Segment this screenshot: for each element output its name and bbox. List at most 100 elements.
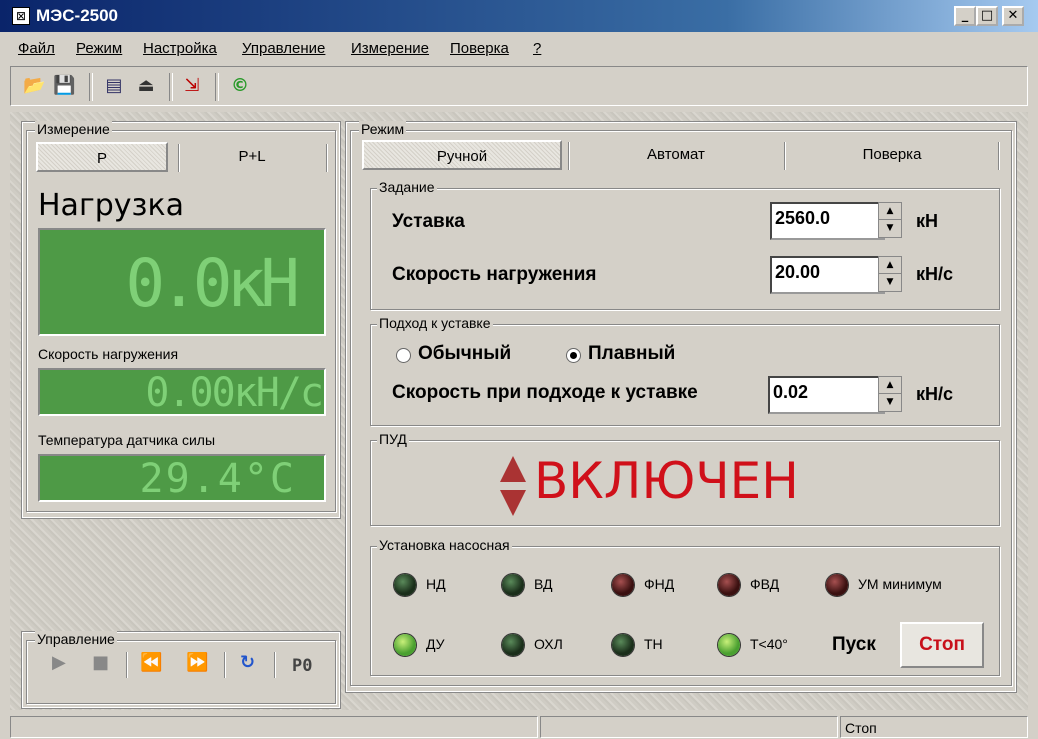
load-label: Нагрузка [38,188,184,223]
reset-counter-icon[interactable]: ⇲ [181,75,203,97]
spin-down-icon[interactable]: ▼ [879,220,901,236]
led-ohl [502,634,524,656]
open-folder-icon[interactable]: 📂 [23,75,45,97]
led-du [394,634,416,656]
menu-control[interactable]: Управление [242,40,325,57]
toolbar-separator [215,73,219,101]
led-t40-label: Т<40° [750,636,788,652]
tab-separator [326,144,327,172]
rewind-icon[interactable]: ⏪ [140,652,162,673]
stop-icon[interactable]: ■ [92,652,109,673]
setpoint-spinner[interactable]: ▲ ▼ [878,202,902,238]
spin-up-icon[interactable]: ▲ [879,203,901,220]
rate-display: 0.00кН/с [38,368,326,416]
pud-state: ВКЛЮЧЕН [534,452,799,510]
start-button[interactable]: Пуск [832,634,876,656]
menu-verification[interactable]: Поверка [450,40,509,57]
menu-file[interactable]: Файл [18,40,55,57]
tab-separator [998,142,999,170]
led-fvd [718,574,740,596]
spin-up-icon[interactable]: ▲ [879,377,901,394]
setpoint-label: Уставка [392,211,465,232]
control-separator [224,652,225,678]
led-fnd-label: ФНД [644,576,675,592]
maximize-button[interactable]: □ [976,6,998,26]
report-icon[interactable]: ▤ [103,75,125,97]
tab-p-l[interactable]: P+L [186,142,318,172]
tab-manual[interactable]: Ручной [362,140,562,170]
rate-label: Скорость нагружения [38,346,179,362]
status-cell-2 [540,716,838,738]
radio-smooth-label[interactable]: Плавный [588,343,675,365]
led-du-label: ДУ [426,636,445,652]
control-group: Управление [26,631,336,704]
tab-separator [178,144,179,172]
save-icon[interactable]: 💾 [53,75,75,97]
tab-p[interactable]: P [36,142,168,172]
menu-help[interactable]: ? [533,40,541,57]
control-separator [126,652,127,678]
led-nd [394,574,416,596]
load-rate-unit: кН/с [916,264,954,284]
stop-button[interactable]: Стоп [900,622,984,668]
control-separator [274,652,275,678]
led-um-min-label: УМ минимум [858,576,942,592]
spin-down-icon[interactable]: ▼ [879,274,901,290]
approach-speed-input[interactable]: 0.02 [768,376,885,414]
setpoint-input[interactable]: 2560.0 [770,202,885,240]
load-display: 0.0кН [38,228,326,336]
tab-auto[interactable]: Автомат [576,140,776,170]
led-tn-label: ТН [644,636,663,652]
menu-mode[interactable]: Режим [76,40,122,57]
spin-down-icon[interactable]: ▼ [879,394,901,410]
tab-verification[interactable]: Поверка [792,140,992,170]
close-button[interactable]: ✕ [1002,6,1024,26]
approach-speed-spinner[interactable]: ▲ ▼ [878,376,902,412]
title-bar[interactable]: ⊠ МЭС-2500 _ □ ✕ [0,0,1038,32]
press-icon[interactable]: ⏏ [135,75,157,97]
led-fnd [612,574,634,596]
led-ohl-label: ОХЛ [534,636,563,652]
radio-normal-label[interactable]: Обычный [418,343,511,365]
pud-group-label: ПУД [377,431,409,447]
app-icon[interactable]: ⊠ [12,7,30,25]
status-cell-3: Стоп [840,716,1028,738]
toolbar-separator [169,73,173,101]
fast-forward-icon[interactable]: ⏩ [186,652,208,673]
radio-smooth[interactable] [566,348,581,363]
measurement-group-label: Измерение [35,121,112,137]
temperature-display: 29.4°C [38,454,326,502]
about-copyright-icon[interactable]: © [229,75,251,97]
load-rate-label: Скорость нагружения [392,264,597,285]
toolbar-separator [89,73,93,101]
led-vd-label: ВД [534,576,553,592]
menu-measurement[interactable]: Измерение [351,40,429,57]
minimize-button[interactable]: _ [954,6,976,26]
approach-speed-unit: кН/с [916,384,954,404]
approach-speed-label: Скорость при подходе к уставке [392,382,698,403]
led-fvd-label: ФВД [750,576,780,592]
pump-group-label: Установка насосная [377,537,512,553]
toolbar: 📂 💾 ▤ ⏏ ⇲ © [10,66,1028,106]
menu-settings[interactable]: Настройка [143,40,217,57]
approach-group-label: Подход к уставке [377,315,493,331]
play-icon[interactable]: ▶ [52,652,66,673]
setpoint-unit: кН [916,211,939,231]
load-rate-spinner[interactable]: ▲ ▼ [878,256,902,292]
up-down-arrows-icon [500,456,526,516]
task-group-label: Задание [377,179,437,195]
refresh-icon[interactable]: ↻ [240,652,255,673]
spin-up-icon[interactable]: ▲ [879,257,901,274]
status-cell-1 [10,716,538,738]
menu-bar: Файл Режим Настройка Управление Измерени… [0,34,1038,62]
zero-load-button[interactable]: P0 [292,656,312,676]
tab-separator [784,142,785,170]
radio-normal[interactable] [396,348,411,363]
led-tn [612,634,634,656]
load-rate-input[interactable]: 20.00 [770,256,885,294]
led-nd-label: НД [426,576,446,592]
led-t40 [718,634,740,656]
tab-separator [568,142,569,170]
mode-group-label: Режим [359,121,407,137]
control-group-label: Управление [35,631,117,647]
